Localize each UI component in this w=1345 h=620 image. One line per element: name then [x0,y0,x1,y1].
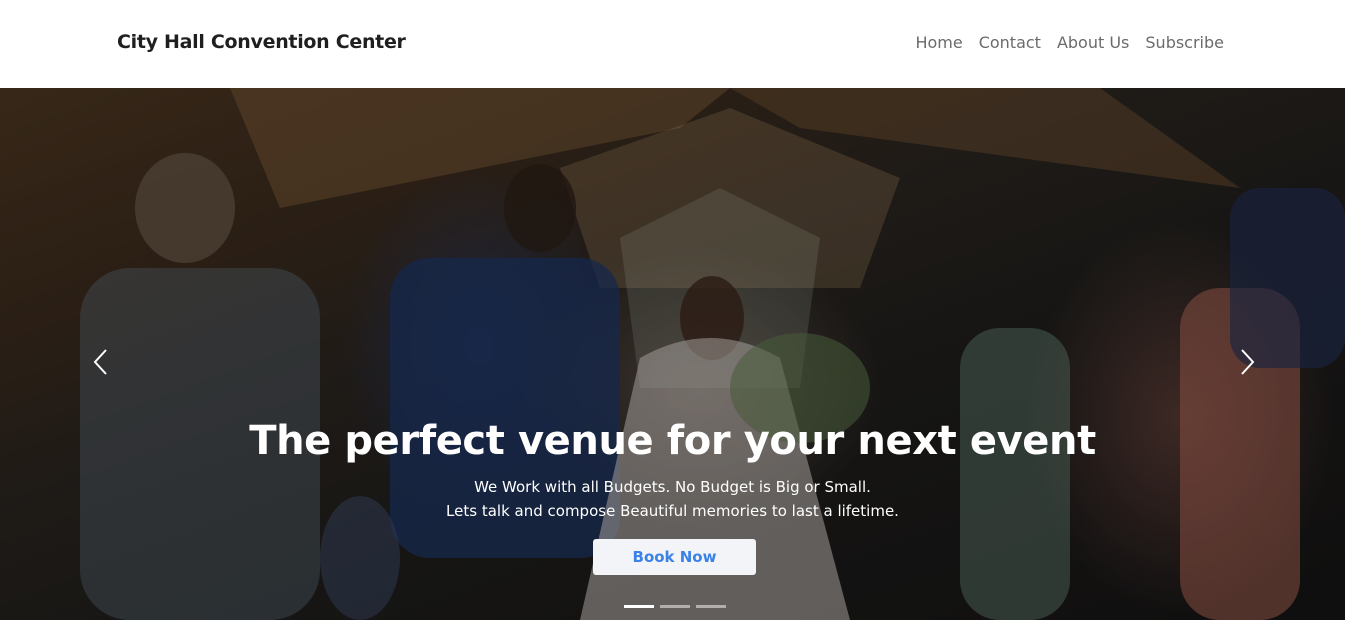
carousel-next-button[interactable] [1232,346,1264,378]
book-now-button[interactable]: Book Now [593,539,756,575]
carousel-indicator-1[interactable] [624,605,654,608]
nav-link-contact[interactable]: Contact [979,33,1041,52]
carousel-indicator-3[interactable] [696,605,726,608]
nav-link-about-us[interactable]: About Us [1057,33,1129,52]
hero-headline: The perfect venue for your next event [249,418,1096,464]
carousel-indicator-2[interactable] [660,605,690,608]
carousel-prev-button[interactable] [86,346,118,378]
chevron-right-icon [1241,349,1255,375]
site-brand[interactable]: City Hall Convention Center [117,31,406,53]
top-navbar: City Hall Convention Center Home Contact… [0,0,1345,88]
carousel-indicators [624,605,726,608]
nav-link-subscribe[interactable]: Subscribe [1145,33,1224,52]
hero-subtext-line-2: Lets talk and compose Beautiful memories… [446,502,899,520]
hero-subtext-line-1: We Work with all Budgets. No Budget is B… [474,478,871,496]
main-nav: Home Contact About Us Subscribe [915,33,1224,52]
nav-link-home[interactable]: Home [915,33,962,52]
hero-carousel: The perfect venue for your next event We… [0,88,1345,620]
chevron-left-icon [93,349,107,375]
